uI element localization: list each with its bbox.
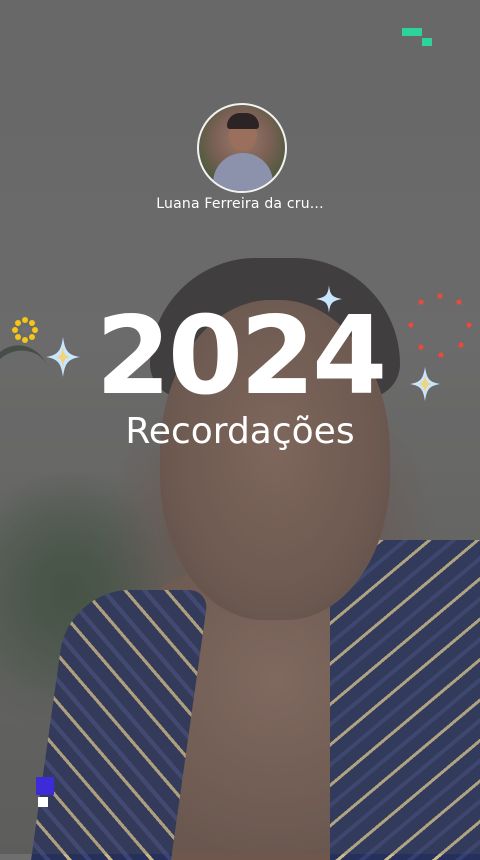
pixel-deco-icon <box>36 777 54 807</box>
profile-name[interactable]: Luana Ferreira da cru... <box>0 196 480 212</box>
avatar-hair <box>227 113 259 129</box>
year-headline: 2024 <box>95 294 388 419</box>
avatar-body <box>213 153 273 191</box>
avatar[interactable] <box>197 103 287 193</box>
recap-title: Recordações <box>125 411 355 452</box>
pixel-deco-icon <box>402 28 432 46</box>
